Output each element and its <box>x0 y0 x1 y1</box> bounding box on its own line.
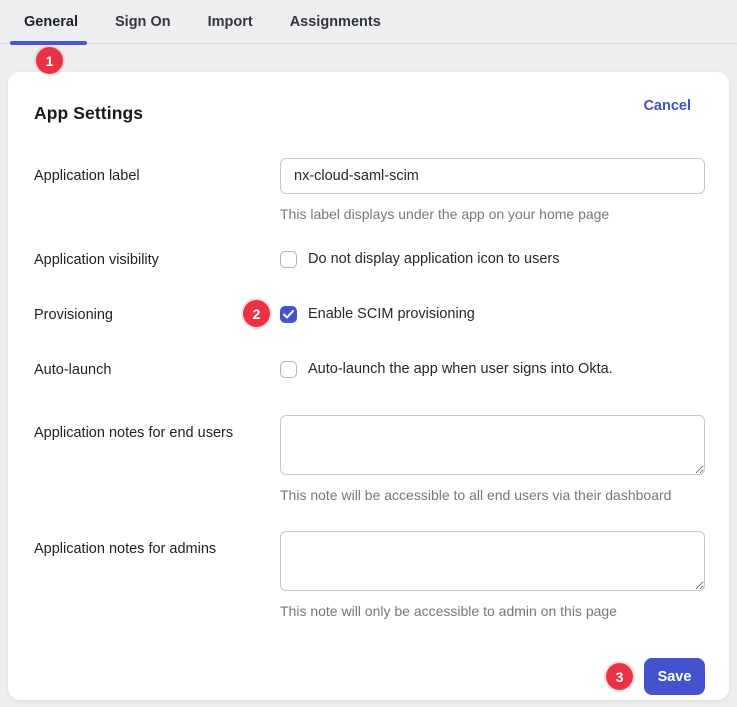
notes-admins-textarea[interactable] <box>280 531 705 591</box>
tab-bar: General Sign On Import Assignments <box>0 0 737 44</box>
page-title: App Settings <box>34 96 143 124</box>
application-visibility-label: Application visibility <box>34 250 280 269</box>
step-badge-3: 3 <box>606 663 633 690</box>
application-label-input[interactable] <box>280 158 705 194</box>
active-tab-indicator <box>10 41 87 45</box>
cancel-link[interactable]: Cancel <box>641 96 705 116</box>
step-badge-1: 1 <box>36 47 63 74</box>
notes-admins-help: This note will only be accessible to adm… <box>280 603 705 619</box>
notes-end-users-help: This note will be accessible to all end … <box>280 487 705 503</box>
notes-end-users-row: Application notes for end users This not… <box>34 415 705 503</box>
tab-import[interactable]: Import <box>208 14 253 30</box>
tab-assignments[interactable]: Assignments <box>290 14 381 30</box>
tab-general[interactable]: General <box>24 14 78 30</box>
hide-app-icon-checkbox-label[interactable]: Do not display application icon to users <box>308 250 559 268</box>
auto-launch-label: Auto-launch <box>34 360 280 379</box>
app-settings-panel: App Settings Cancel Application label Th… <box>8 72 729 700</box>
notes-admins-label: Application notes for admins <box>34 531 280 558</box>
tab-sign-on[interactable]: Sign On <box>115 14 171 30</box>
application-visibility-row: Application visibility Do not display ap… <box>34 250 705 269</box>
notes-end-users-label: Application notes for end users <box>34 415 280 442</box>
panel-header: App Settings Cancel <box>34 96 705 124</box>
notes-admins-row: Application notes for admins This note w… <box>34 531 705 619</box>
auto-launch-checkbox[interactable] <box>280 361 297 378</box>
provisioning-row: 2 Provisioning Enable SCIM provisioning <box>34 305 705 324</box>
panel-footer: 3 Save <box>34 658 705 695</box>
enable-scim-checkbox-label[interactable]: Enable SCIM provisioning <box>308 305 475 323</box>
application-label-help: This label displays under the app on you… <box>280 206 705 222</box>
hide-app-icon-checkbox[interactable] <box>280 251 297 268</box>
enable-scim-checkbox[interactable] <box>280 306 297 323</box>
save-button[interactable]: Save <box>644 658 705 695</box>
application-label-label: Application label <box>34 158 280 185</box>
application-label-row: Application label This label displays un… <box>34 158 705 222</box>
auto-launch-row: Auto-launch Auto-launch the app when use… <box>34 360 705 379</box>
auto-launch-checkbox-label[interactable]: Auto-launch the app when user signs into… <box>308 360 613 378</box>
step-badge-2: 2 <box>243 300 270 327</box>
notes-end-users-textarea[interactable] <box>280 415 705 475</box>
